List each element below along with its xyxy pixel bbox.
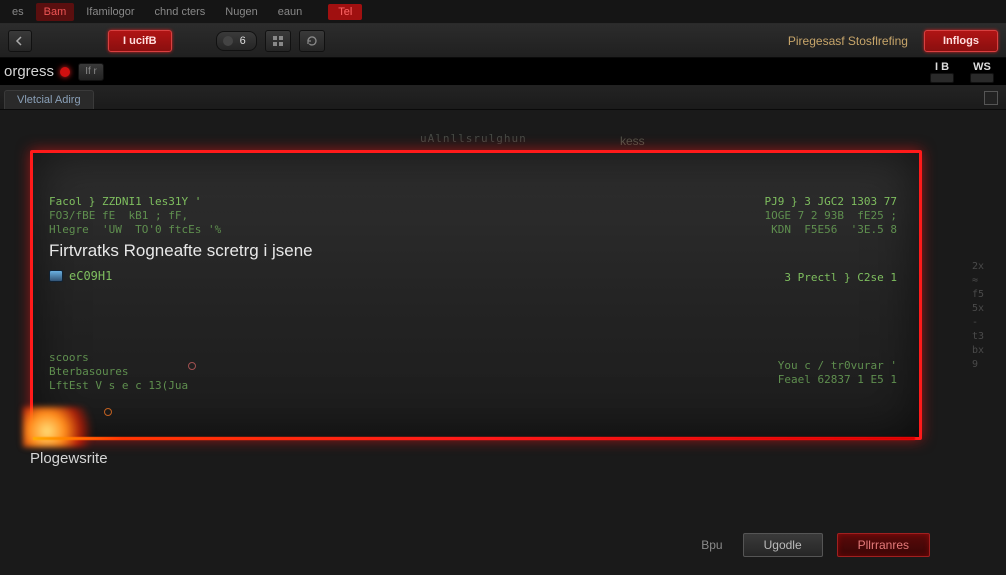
menu-item-2[interactable]: Ifamilogor	[78, 3, 142, 21]
console-left-block-b: scoors Bterbasoures LftEst V s e c 13(Ju…	[49, 351, 188, 393]
toolbar: I ucifB 6 Piregesasf Stosflrefing Inflog…	[0, 24, 1006, 58]
tabstrip: Vletcial Adirg	[0, 86, 1006, 110]
counter-widget[interactable]: 6	[216, 31, 257, 51]
side-math-line: bx	[972, 344, 1002, 358]
menubar: es Bam Ifamilogor chnd cters Nugen eaun …	[0, 0, 1006, 24]
console-line: 1OGE 7 2 93B fE25 ;	[765, 209, 897, 223]
console-line: Hlegre 'UW TO'0 ftcEs '%	[49, 223, 221, 237]
strip-right-field-1	[970, 73, 994, 83]
menu-item-0[interactable]: es	[4, 3, 32, 21]
panel-toggle-button[interactable]	[984, 91, 998, 105]
strip-right-label-1: WS	[973, 61, 991, 73]
bottom-label: Bpu	[701, 538, 722, 552]
menu-item-5[interactable]: eaun	[270, 3, 310, 21]
bg-scribble-b: kess	[620, 134, 645, 148]
grid-icon	[272, 35, 284, 47]
console-line: Facol } ZZDNI1 les31Y '	[49, 195, 221, 209]
console-line: scoors	[49, 351, 188, 365]
side-math-line: 9	[972, 358, 1002, 372]
bg-scribble-a: uAlnllsrulghun	[420, 132, 527, 145]
strip-right-field-0	[930, 73, 954, 83]
tool-icon-b[interactable]	[299, 30, 325, 52]
console-line: 3 Prectl } C2se 1	[784, 271, 897, 285]
console-line: Feael 62837 1 E5 1	[778, 373, 897, 387]
side-math-line: ≈	[972, 274, 1002, 288]
console-left-block-a: Facol } ZZDNI1 les31Y ' FO3/fBE fE kB1 ;…	[49, 195, 221, 237]
marker-icon	[103, 407, 113, 417]
main-left: uAlnllsrulghun kess Facol } ZZDNI1 les31…	[0, 110, 970, 575]
strip-right-block-1[interactable]: WS	[970, 61, 994, 83]
tool-icon-a[interactable]	[265, 30, 291, 52]
chip-icon	[49, 270, 63, 282]
console-line: LftEst V s e c 13(Jua	[49, 379, 188, 393]
menu-item-3[interactable]: chnd cters	[147, 3, 214, 21]
console-sub-row: eC09H1	[49, 269, 112, 283]
console-line: PJ9 } 3 JGC2 1303 77	[765, 195, 897, 209]
bottom-button-row: Bpu Ugodle Pllrranres	[701, 533, 930, 557]
console-right-sub: 3 Prectl } C2se 1	[784, 271, 897, 285]
toolbar-status-label: Piregesasf Stosflrefing	[788, 34, 908, 48]
record-indicator-icon	[60, 67, 70, 77]
console-heading: Firtvratks Rogneafte scretrg i jsene	[49, 241, 313, 261]
console-right-block-a: PJ9 } 3 JGC2 1303 77 1OGE 7 2 93B fE25 ;…	[765, 195, 897, 237]
side-math-line: t3	[972, 330, 1002, 344]
progress-strip-label: orgress	[4, 63, 54, 80]
inflogs-button[interactable]: Inflogs	[924, 30, 998, 52]
console-sub-label: eC09H1	[69, 269, 112, 283]
console-right-block-b: You c / tr0vurar ' Feael 62837 1 E5 1	[778, 359, 897, 387]
side-math-line: f5	[972, 288, 1002, 302]
strip-right-label-0: I B	[935, 61, 949, 73]
side-gutter: 2x ≈ f5 5x - t3 bx 9	[970, 110, 1006, 575]
side-math-line: -	[972, 316, 1002, 330]
console-line: Bterbasoures	[49, 365, 188, 379]
main-area: uAlnllsrulghun kess Facol } ZZDNI1 les31…	[0, 110, 1006, 575]
undo-button[interactable]: Ugodle	[743, 533, 823, 557]
profile-button[interactable]: I ucifB	[108, 30, 172, 52]
side-math-line: 5x	[972, 302, 1002, 316]
menu-item-1[interactable]: Bam	[36, 3, 75, 21]
console-inner: Facol } ZZDNI1 les31Y ' FO3/fBE fE kB1 ;…	[39, 159, 913, 431]
console-line: KDN F5E56 '3E.5 8	[765, 223, 897, 237]
tab-0[interactable]: Vletcial Adirg	[4, 90, 94, 109]
console-line: FO3/fBE fE kB1 ; fF,	[49, 209, 221, 223]
progress-strip: orgress If r I B WS	[0, 58, 1006, 86]
counter-value: 6	[236, 35, 250, 47]
menu-highlight[interactable]: Tel	[328, 4, 362, 20]
menu-item-4[interactable]: Nugen	[217, 3, 265, 21]
counter-dot-icon	[223, 36, 233, 46]
side-math-line: 2x	[972, 260, 1002, 274]
marker-icon	[187, 361, 197, 371]
console-line: You c / tr0vurar '	[778, 359, 897, 373]
strip-toggle-button[interactable]: If r	[78, 63, 104, 81]
side-math-block: 2x ≈ f5 5x - t3 bx 9	[972, 260, 1002, 372]
console-frame: Facol } ZZDNI1 les31Y ' FO3/fBE fE kB1 ;…	[30, 150, 922, 440]
below-console-label: Plogewsrite	[30, 450, 108, 467]
chevron-left-icon	[15, 36, 25, 46]
refresh-icon	[306, 35, 318, 47]
primary-button[interactable]: Pllrranres	[837, 533, 930, 557]
strip-right-block-0[interactable]: I B	[930, 61, 954, 83]
back-button[interactable]	[8, 30, 32, 52]
